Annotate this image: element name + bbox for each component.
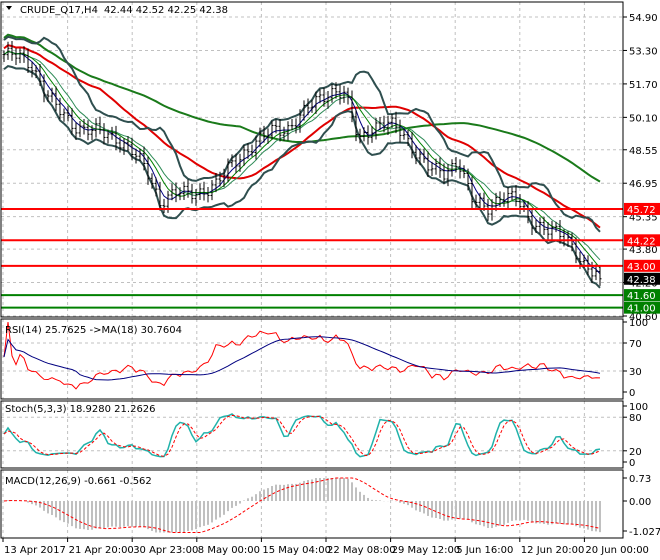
time-label: 5 Jun 16:00 [456, 545, 513, 556]
price-tick-label: 46.95 [629, 179, 658, 190]
level-price-label: 45.72 [627, 205, 656, 216]
stoch-label: Stoch(5,3,3) 18.9280 21.2626 [5, 404, 156, 415]
time-label: 15 May 04:00 [262, 545, 331, 556]
trading-chart[interactable]: 13 Apr 2017 21 Apr 20:00 30 Apr 23:00 8 May… [0, 0, 660, 560]
indicator-tick-label: 100 [629, 318, 648, 329]
stochastic-panel[interactable] [3, 413, 601, 458]
time-label: 12 Jun 20:00 [521, 545, 585, 556]
price-tick-label: 50.10 [629, 113, 658, 124]
ohlc-values: 42.44 42.52 42.25 42.38 [104, 5, 228, 16]
macd-label: MACD(12,26,9) -0.661 -0.562 [5, 476, 152, 487]
medium-moving-average-line [3, 44, 601, 229]
current-price-label: 42.38 [627, 275, 656, 286]
indicator-tick-label: 0.00 [629, 497, 651, 508]
grid-lines [1, 2, 623, 538]
time-label: 8 May 00:00 [198, 545, 260, 556]
main-border [0, 1, 624, 318]
slow-moving-average-line [3, 33, 601, 183]
indicator-tick-label: 0.73 [629, 474, 651, 485]
time-label: 29 May 12:00 [392, 545, 461, 556]
bollinger-lower-band [3, 65, 601, 289]
price-tick-label: 54.90 [629, 13, 658, 24]
time-label: 21 Apr 20:00 [69, 545, 134, 556]
level-price-label: 43.00 [627, 262, 656, 273]
level-price-label: 41.60 [627, 291, 656, 302]
time-label: 30 Apr 23:00 [133, 545, 198, 556]
price-panel[interactable] [1, 33, 623, 309]
dropdown-triangle-icon[interactable] [6, 6, 12, 10]
price-tick-label: 51.70 [629, 80, 658, 91]
stoch-signal-line [3, 414, 601, 457]
time-label: 13 Apr 2017 [4, 545, 66, 556]
indicator-tick-label: -1.027 [629, 527, 660, 538]
price-tick-label: 53.30 [629, 46, 658, 57]
indicator-tick-label: 80 [629, 413, 642, 424]
level-price-label: 41.00 [627, 304, 656, 315]
indicator-tick-label: 70 [629, 339, 642, 350]
time-label: 20 Jun 00:00 [585, 545, 649, 556]
bollinger-middle-line [3, 50, 601, 261]
indicator-tick-label: 0 [629, 388, 635, 399]
level-price-label: 44.22 [627, 236, 656, 247]
indicator-tick-label: 100 [629, 402, 648, 413]
symbol-label: CRUDE_Q17,H4 [20, 5, 98, 16]
indicator-tick-label: 20 [629, 447, 642, 458]
rsi-label: RSI(14) 25.7625 ->MA(18) 30.7604 [5, 325, 182, 336]
time-label: 22 May 08:00 [327, 545, 396, 556]
price-tick-label: 48.55 [629, 146, 658, 157]
symbol-header: CRUDE_Q17,H4 42.44 42.52 42.25 42.38 [20, 5, 228, 16]
indicator-tick-label: 30 [629, 367, 642, 378]
indicator-tick-label: 0 [629, 458, 635, 469]
